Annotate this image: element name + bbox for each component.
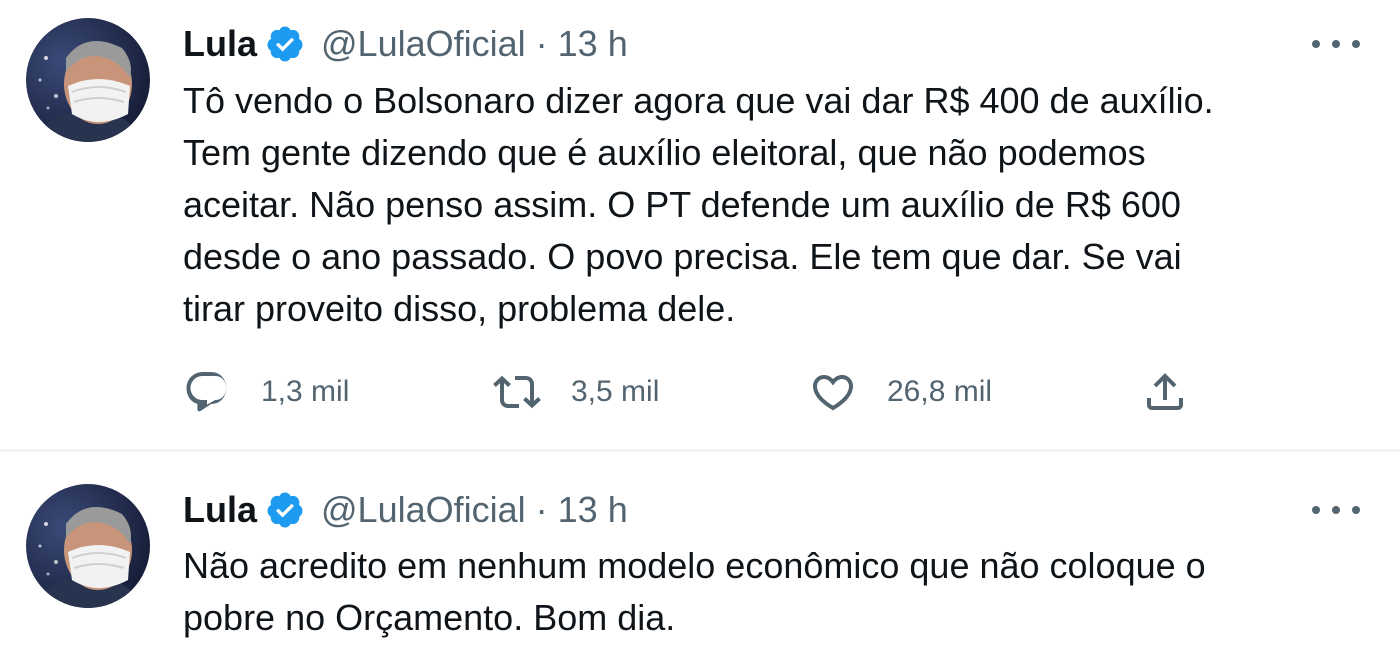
like-count: 26,8 mil [887, 375, 993, 408]
tweet-text-line: tirar proveito disso, problema dele. [183, 288, 736, 329]
tweet-header: Lula @LulaOficial · 13 h [183, 19, 628, 69]
share-button[interactable] [1141, 367, 1189, 417]
tweet-text-line: Tô vendo o Bolsonaro dizer agora que vai… [183, 80, 1214, 121]
separator-dot: · [535, 489, 548, 530]
verified-badge-icon [265, 24, 305, 64]
tweet-text-line: aceitar. Não penso assim. O PT defende u… [183, 184, 1181, 225]
avatar[interactable] [26, 18, 150, 142]
tweet-text-line: Não acredito em nenhum modelo econômico … [183, 545, 1206, 586]
retweet-count: 3,5 mil [571, 375, 660, 408]
tweet-text-line: desde o ano passado. O povo precisa. Ele… [183, 236, 1182, 277]
tweet-text: Não acredito em nenhum modelo econômico … [183, 540, 1353, 644]
heart-icon [812, 375, 854, 411]
tweet-actions: 1,3 mil 3,5 mil 26,8 mil [183, 367, 1223, 417]
author-handle[interactable]: @LulaOficial [321, 489, 526, 531]
retweet-button[interactable]: 3,5 mil [493, 367, 659, 417]
reply-icon [186, 372, 227, 412]
separator-dot: · [535, 23, 548, 64]
reply-count: 1,3 mil [261, 375, 350, 408]
tweet-timestamp[interactable]: 13 h [558, 23, 628, 65]
tweet-text-line: Tem gente dizendo que é auxílio eleitora… [183, 132, 1146, 173]
tweet[interactable]: Lula @LulaOficial · 13 h Tô vendo o Bols… [0, 0, 1400, 450]
author-name[interactable]: Lula [183, 23, 257, 65]
tweet-timestamp[interactable]: 13 h [558, 489, 628, 531]
verified-badge-icon [265, 490, 305, 530]
reply-button[interactable]: 1,3 mil [183, 367, 349, 417]
more-horizontal-icon[interactable] [1312, 500, 1360, 520]
author-handle[interactable]: @LulaOficial [321, 23, 526, 65]
tweet-text-line: pobre no Orçamento. Bom dia. [183, 597, 676, 638]
author-name[interactable]: Lula [183, 489, 257, 531]
avatar[interactable] [26, 484, 150, 608]
more-horizontal-icon[interactable] [1312, 34, 1360, 54]
tweet-text: Tô vendo o Bolsonaro dizer agora que vai… [183, 75, 1353, 335]
like-button[interactable]: 26,8 mil [809, 367, 992, 417]
tweet-header: Lula @LulaOficial · 13 h [183, 485, 628, 535]
share-icon [1147, 373, 1183, 410]
tweet[interactable]: Lula @LulaOficial · 13 h Não acredito em… [0, 452, 1400, 658]
retweet-icon [493, 375, 541, 409]
